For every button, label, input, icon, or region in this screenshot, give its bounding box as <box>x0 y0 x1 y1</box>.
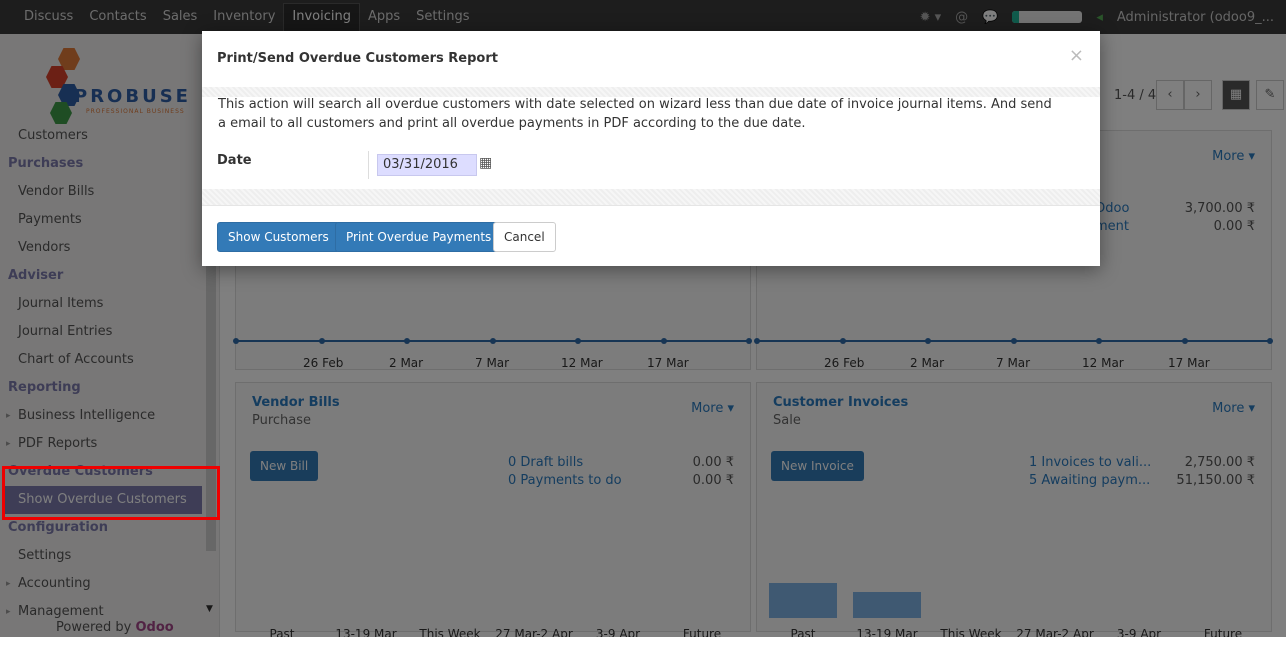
date-label: Date <box>217 153 252 168</box>
dialog-title: Print/Send Overdue Customers Report <box>217 51 498 66</box>
cancel-button[interactable]: Cancel <box>493 222 556 252</box>
close-icon[interactable]: × <box>1069 45 1084 66</box>
dialog-footer: Show Customers Print Overdue Payments Ca… <box>202 205 1100 266</box>
dialog-header: Print/Send Overdue Customers Report × <box>202 31 1100 87</box>
annotation-highlight <box>2 466 220 520</box>
bottom-strip <box>0 637 1286 655</box>
date-input[interactable]: 03/31/2016 <box>377 154 477 176</box>
divider <box>202 189 1100 205</box>
print-overdue-payments-button[interactable]: Print Overdue Payments <box>335 222 503 252</box>
overdue-report-dialog: Print/Send Overdue Customers Report × Th… <box>202 31 1100 266</box>
calendar-icon[interactable]: ▦ <box>479 155 492 171</box>
field-separator <box>368 151 369 179</box>
dialog-description: This action will search all overdue cust… <box>218 97 1052 131</box>
show-customers-button[interactable]: Show Customers <box>217 222 340 252</box>
